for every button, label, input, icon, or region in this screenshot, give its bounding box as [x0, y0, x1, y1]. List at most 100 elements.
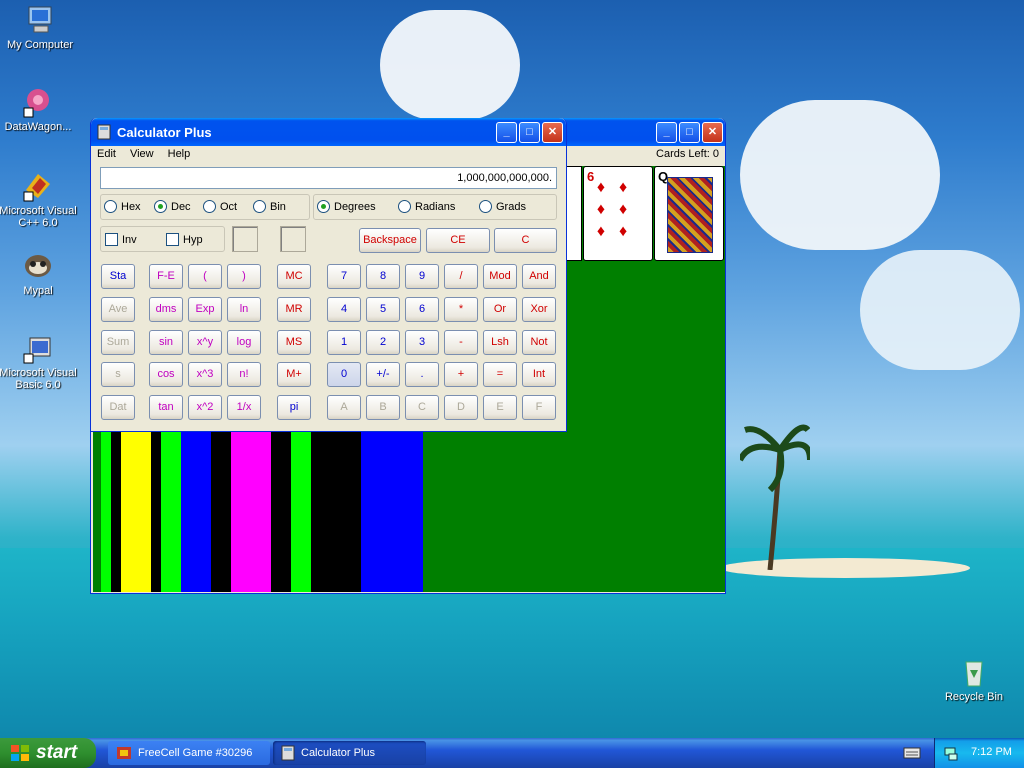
hex-c-button[interactable]: C	[405, 395, 439, 420]
open-paren-button[interactable]: (	[188, 264, 222, 289]
sta-button[interactable]: Sta	[101, 264, 135, 289]
dms-button[interactable]: dms	[149, 297, 183, 322]
tan-button[interactable]: tan	[149, 395, 183, 420]
playing-card[interactable]: 6 ♦♦ ♦♦ ♦♦	[583, 166, 653, 261]
desktop-icon-recycle-bin[interactable]: Recycle Bin	[934, 656, 1014, 703]
maximize-button[interactable]: □	[679, 122, 700, 143]
diamond-pips: ♦♦ ♦♦ ♦♦	[596, 179, 642, 240]
desktop-icon-mypal[interactable]: Mypal	[0, 250, 78, 297]
desktop-icon-my-computer[interactable]: My Computer	[0, 4, 80, 51]
pi-button[interactable]: pi	[277, 395, 311, 420]
int-button[interactable]: Int	[522, 362, 556, 387]
minimize-button[interactable]: _	[656, 122, 677, 143]
mr-button[interactable]: MR	[277, 297, 311, 322]
checkbox-box	[105, 233, 118, 246]
mc-button[interactable]: MC	[277, 264, 311, 289]
menu-help[interactable]: Help	[168, 148, 191, 160]
x-cubed-button[interactable]: x^3	[188, 362, 222, 387]
multiply-button[interactable]: *	[444, 297, 478, 322]
or-button[interactable]: Or	[483, 297, 517, 322]
radio-bin[interactable]: Bin	[253, 200, 286, 213]
clear-entry-button[interactable]: CE	[426, 228, 490, 253]
close-paren-button[interactable]: )	[227, 264, 261, 289]
ln-button[interactable]: ln	[227, 297, 261, 322]
minimize-button[interactable]: _	[496, 122, 517, 143]
digit-4-button[interactable]: 4	[327, 297, 361, 322]
hex-d-button[interactable]: D	[444, 395, 478, 420]
log-button[interactable]: log	[227, 330, 261, 355]
digit-8-button[interactable]: 8	[366, 264, 400, 289]
digit-0-button[interactable]: 0	[327, 362, 361, 387]
close-button[interactable]: ✕	[542, 122, 563, 143]
ave-button[interactable]: Ave	[101, 297, 135, 322]
m-plus-button[interactable]: M+	[277, 362, 311, 387]
start-button[interactable]: start	[0, 738, 96, 768]
fe-button[interactable]: F-E	[149, 264, 183, 289]
exp-button[interactable]: Exp	[188, 297, 222, 322]
mod-button[interactable]: Mod	[483, 264, 517, 289]
radio-hex[interactable]: Hex	[104, 200, 141, 213]
dat-button[interactable]: Dat	[101, 395, 135, 420]
ms-button[interactable]: MS	[277, 330, 311, 355]
digit-6-button[interactable]: 6	[405, 297, 439, 322]
calculator-display[interactable]: 1,000,000,000,000.	[100, 167, 557, 189]
clear-button[interactable]: C	[494, 228, 557, 253]
network-icon[interactable]	[943, 745, 959, 761]
x-pow-y-button[interactable]: x^y	[188, 330, 222, 355]
hex-e-button[interactable]: E	[483, 395, 517, 420]
checkbox-inv[interactable]: Inv	[105, 233, 137, 246]
radio-dec[interactable]: Dec	[154, 200, 191, 213]
hex-b-button[interactable]: B	[366, 395, 400, 420]
radio-degrees[interactable]: Degrees	[317, 200, 376, 213]
playing-card[interactable]	[566, 166, 582, 261]
add-button[interactable]: +	[444, 362, 478, 387]
digit-5-button[interactable]: 5	[366, 297, 400, 322]
digit-9-button[interactable]: 9	[405, 264, 439, 289]
digit-2-button[interactable]: 2	[366, 330, 400, 355]
desktop-icon-visual-basic[interactable]: Microsoft Visual Basic 6.0	[0, 332, 78, 391]
lsh-button[interactable]: Lsh	[483, 330, 517, 355]
menu-view[interactable]: View	[130, 148, 154, 160]
backspace-button[interactable]: Backspace	[359, 228, 421, 253]
reciprocal-button[interactable]: 1/x	[227, 395, 261, 420]
sin-button[interactable]: sin	[149, 330, 183, 355]
sign-toggle-button[interactable]: +/-	[366, 362, 400, 387]
clock[interactable]: 7:12 PM	[971, 746, 1012, 758]
checkbox-hyp[interactable]: Hyp	[166, 233, 203, 246]
maximize-button[interactable]: □	[519, 122, 540, 143]
equals-button[interactable]: =	[483, 362, 517, 387]
decimal-button[interactable]: .	[405, 362, 439, 387]
playing-card[interactable]: Q	[654, 166, 724, 261]
queen-of-clubs-face-image	[667, 177, 713, 253]
close-button[interactable]: ✕	[702, 122, 723, 143]
menu-edit[interactable]: Edit	[97, 148, 116, 160]
taskbar-item-calculator[interactable]: Calculator Plus	[273, 741, 426, 765]
radio-radians[interactable]: Radians	[398, 200, 455, 213]
hex-a-button[interactable]: A	[327, 395, 361, 420]
desktop-icon-visual-cpp[interactable]: Microsoft Visual C++ 6.0	[0, 170, 78, 229]
xor-button[interactable]: Xor	[522, 297, 556, 322]
subtract-button[interactable]: -	[444, 330, 478, 355]
calculator-titlebar[interactable]: Calculator Plus _ □ ✕	[91, 118, 566, 146]
factorial-button[interactable]: n!	[227, 362, 261, 387]
desktop-icon-datawagon[interactable]: DataWagon...	[0, 86, 78, 133]
hex-f-button[interactable]: F	[522, 395, 556, 420]
calculator-icon	[97, 124, 111, 140]
radio-oct[interactable]: Oct	[203, 200, 237, 213]
sum-button[interactable]: Sum	[101, 330, 135, 355]
taskbar-item-freecell[interactable]: FreeCell Game #30296	[108, 741, 270, 765]
radio-grads[interactable]: Grads	[479, 200, 526, 213]
s-button[interactable]: s	[101, 362, 135, 387]
digit-3-button[interactable]: 3	[405, 330, 439, 355]
cos-button[interactable]: cos	[149, 362, 183, 387]
keyboard-icon[interactable]	[903, 746, 921, 760]
calculator-window[interactable]: Calculator Plus _ □ ✕ Edit View Help 1,0…	[90, 118, 567, 432]
x-squared-button[interactable]: x^2	[188, 395, 222, 420]
digit-7-button[interactable]: 7	[327, 264, 361, 289]
taskbar: start FreeCell Game #30296 Calculator Pl…	[0, 738, 1024, 768]
pixel-art-image	[101, 430, 423, 592]
not-button[interactable]: Not	[522, 330, 556, 355]
and-button[interactable]: And	[522, 264, 556, 289]
divide-button[interactable]: /	[444, 264, 478, 289]
digit-1-button[interactable]: 1	[327, 330, 361, 355]
